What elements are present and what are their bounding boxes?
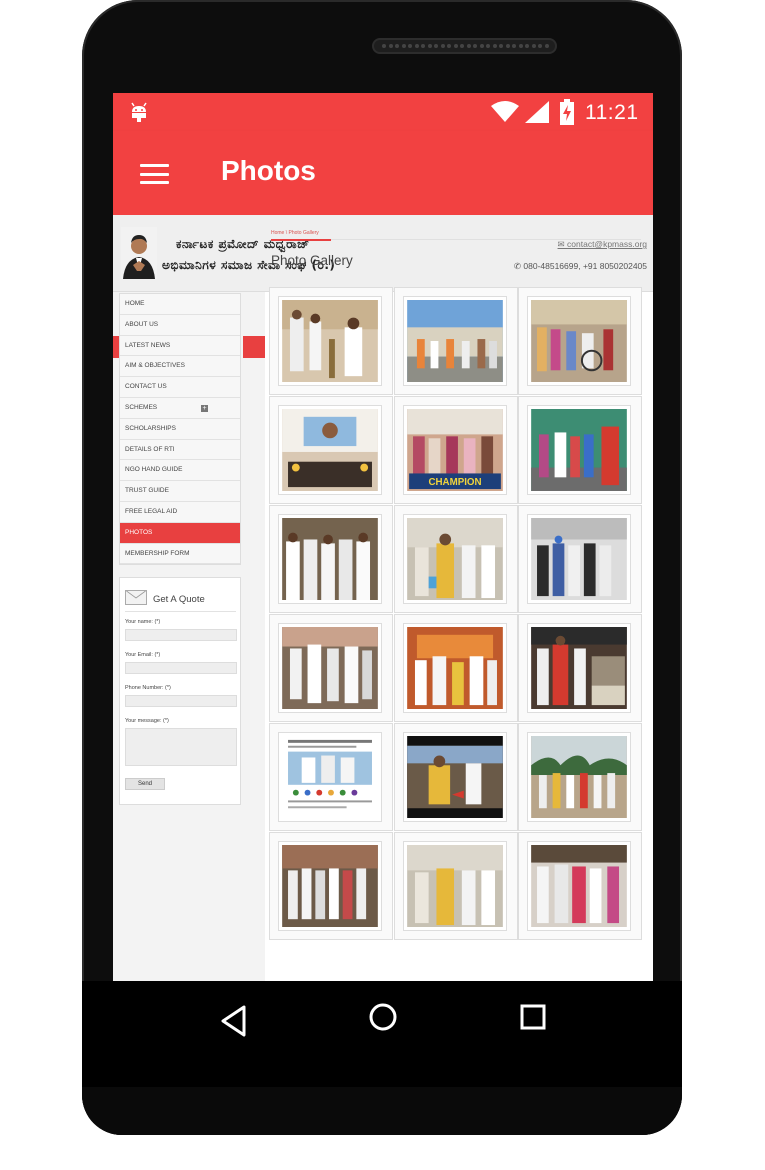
gallery-item[interactable] [518, 505, 642, 613]
gallery-photo[interactable] [403, 514, 507, 604]
gallery-photo[interactable] [278, 623, 382, 713]
email-label: Your Email: (*) [125, 652, 161, 658]
envelope-icon: ✉ [557, 239, 568, 249]
email-field[interactable] [125, 662, 237, 674]
nav-item-photos[interactable]: PHOTOS [120, 522, 240, 544]
gallery-item[interactable] [269, 505, 393, 613]
phone-icon: ✆ [513, 261, 524, 271]
speaker-grille [372, 38, 557, 54]
side-nav-menu: HOME ABOUT US LATEST NEWS AIM & OBJECTIV… [119, 293, 241, 566]
home-icon[interactable] [363, 1001, 403, 1041]
site-header: ಕರ್ನಾಟಕ ಪ್ರಮೋದ್ ಮಧ್ವರಾಜ್ ಅಭಿಮಾನಿಗಳ ಸಮಾಜ … [113, 215, 653, 292]
gallery-item[interactable]: CHAMPION [394, 396, 518, 504]
gallery-item[interactable] [518, 287, 642, 395]
gallery-item[interactable] [394, 505, 518, 613]
phone-label: Phone Number: (*) [125, 685, 171, 691]
phone-chin [82, 1087, 682, 1135]
gallery-item[interactable] [394, 614, 518, 722]
divider [125, 611, 236, 612]
quote-title: Get A Quote [153, 594, 205, 605]
gallery-photo[interactable] [403, 623, 507, 713]
gallery-item[interactable] [394, 832, 518, 940]
screen: 11:21 Photos ಕರ್ನಾಟಕ ಪ್ರಮೋದ್ ಮಧ್ವರಾಜ್ ಅಭ… [113, 93, 653, 981]
nav-item-membership-form[interactable]: MEMBERSHIP FORM [120, 543, 240, 565]
send-button[interactable]: Send [125, 778, 165, 790]
gallery-item[interactable] [269, 396, 393, 504]
nav-item-scholarships[interactable]: SCHOLARSHIPS [120, 418, 240, 440]
hamburger-menu-icon[interactable] [140, 164, 169, 184]
gallery-item[interactable] [269, 832, 393, 940]
expand-plus-icon[interactable]: + [201, 404, 208, 412]
nav-item-ngo-hand-guide[interactable]: NGO HAND GUIDE [120, 460, 240, 482]
gallery-photo[interactable] [527, 732, 631, 822]
android-debug-icon [131, 102, 147, 122]
gallery-photo[interactable] [278, 514, 382, 604]
contact-phone-text: 080-48516699, +91 8050202405 [523, 261, 647, 271]
gallery-item[interactable] [518, 832, 642, 940]
gallery-photo[interactable] [278, 732, 382, 822]
system-nav-bar [82, 981, 682, 1087]
gallery-item[interactable] [269, 287, 393, 395]
contact-email-link[interactable]: ✉ contact@kpmass.org [558, 239, 647, 250]
nav-item-details-of-rti[interactable]: DETAILS OF RTI [120, 439, 240, 461]
gallery-photo[interactable] [527, 405, 631, 495]
gallery-item[interactable] [394, 287, 518, 395]
name-label: Your name: (*) [125, 619, 161, 625]
nav-item-free-legal-aid[interactable]: FREE LEGAL AID [120, 501, 240, 523]
nav-item-trust-guide[interactable]: TRUST GUIDE [120, 481, 240, 502]
recents-icon[interactable] [513, 1001, 553, 1041]
contact-email-text: contact@kpmass.org [567, 239, 647, 249]
cell-signal-icon [525, 101, 549, 123]
gallery-item[interactable] [518, 396, 642, 504]
envelope-icon [125, 590, 147, 605]
breadcrumb[interactable]: Home \ Photo Gallery [271, 230, 319, 236]
champion-banner-text: CHAMPION [428, 477, 481, 488]
gallery-item[interactable] [394, 723, 518, 831]
nav-item-home[interactable]: HOME [120, 294, 240, 315]
battery-charging-icon [560, 99, 574, 125]
gallery-photo[interactable] [527, 841, 631, 931]
gallery-photo[interactable] [403, 732, 507, 822]
gallery-photo[interactable]: CHAMPION [403, 405, 507, 495]
nav-item-contact-us[interactable]: CONTACT US [120, 377, 240, 398]
gallery-item[interactable] [269, 614, 393, 722]
gallery-photo[interactable] [403, 841, 507, 931]
nav-item-schemes[interactable]: SCHEMES + [120, 397, 240, 419]
nav-item-latest-news[interactable]: LATEST NEWS [120, 335, 240, 357]
gallery-photo[interactable] [403, 296, 507, 386]
nav-accent-right [243, 336, 265, 358]
gallery-photo[interactable] [278, 841, 382, 931]
device-frame: 11:21 Photos ಕರ್ನಾಟಕ ಪ್ರಮೋದ್ ಮಧ್ವರಾಜ್ ಅಭ… [0, 0, 765, 1170]
gallery-photo[interactable] [278, 296, 382, 386]
gallery-photo[interactable] [527, 296, 631, 386]
breadcrumb-underline [271, 239, 331, 241]
nav-item-schemes-label: SCHEMES [125, 403, 158, 411]
nav-item-aim-objectives[interactable]: AIM & OBJECTIVES [120, 356, 240, 378]
message-label: Your message: (*) [125, 718, 169, 724]
phone-field[interactable] [125, 695, 237, 707]
nav-item-about-us[interactable]: ABOUT US [120, 314, 240, 336]
status-bar: 11:21 [113, 93, 653, 131]
status-time: 11:21 [585, 101, 639, 124]
leader-portrait [121, 227, 157, 279]
app-title: Photos [221, 155, 316, 186]
page-title: Photo Gallery [271, 253, 353, 268]
gallery-photo[interactable] [527, 623, 631, 713]
gallery-item[interactable] [269, 723, 393, 831]
webview[interactable]: ಕರ್ನಾಟಕ ಪ್ರಮೋದ್ ಮಧ್ವರಾಜ್ ಅಭಿಮಾನಿಗಳ ಸಮಾಜ … [113, 215, 653, 981]
name-field[interactable] [125, 629, 237, 641]
app-bar: Photos [113, 131, 653, 215]
gallery-item[interactable] [518, 723, 642, 831]
gallery-photo[interactable] [278, 405, 382, 495]
back-icon[interactable] [215, 1001, 255, 1041]
message-field[interactable] [125, 728, 237, 766]
gallery-item[interactable] [518, 614, 642, 722]
gallery-photo[interactable] [527, 514, 631, 604]
contact-phone: ✆ 080-48516699, +91 8050202405 [514, 261, 647, 272]
wifi-icon [491, 101, 519, 122]
quote-form: Get A Quote Your name: (*) Your Email: (… [119, 577, 241, 805]
